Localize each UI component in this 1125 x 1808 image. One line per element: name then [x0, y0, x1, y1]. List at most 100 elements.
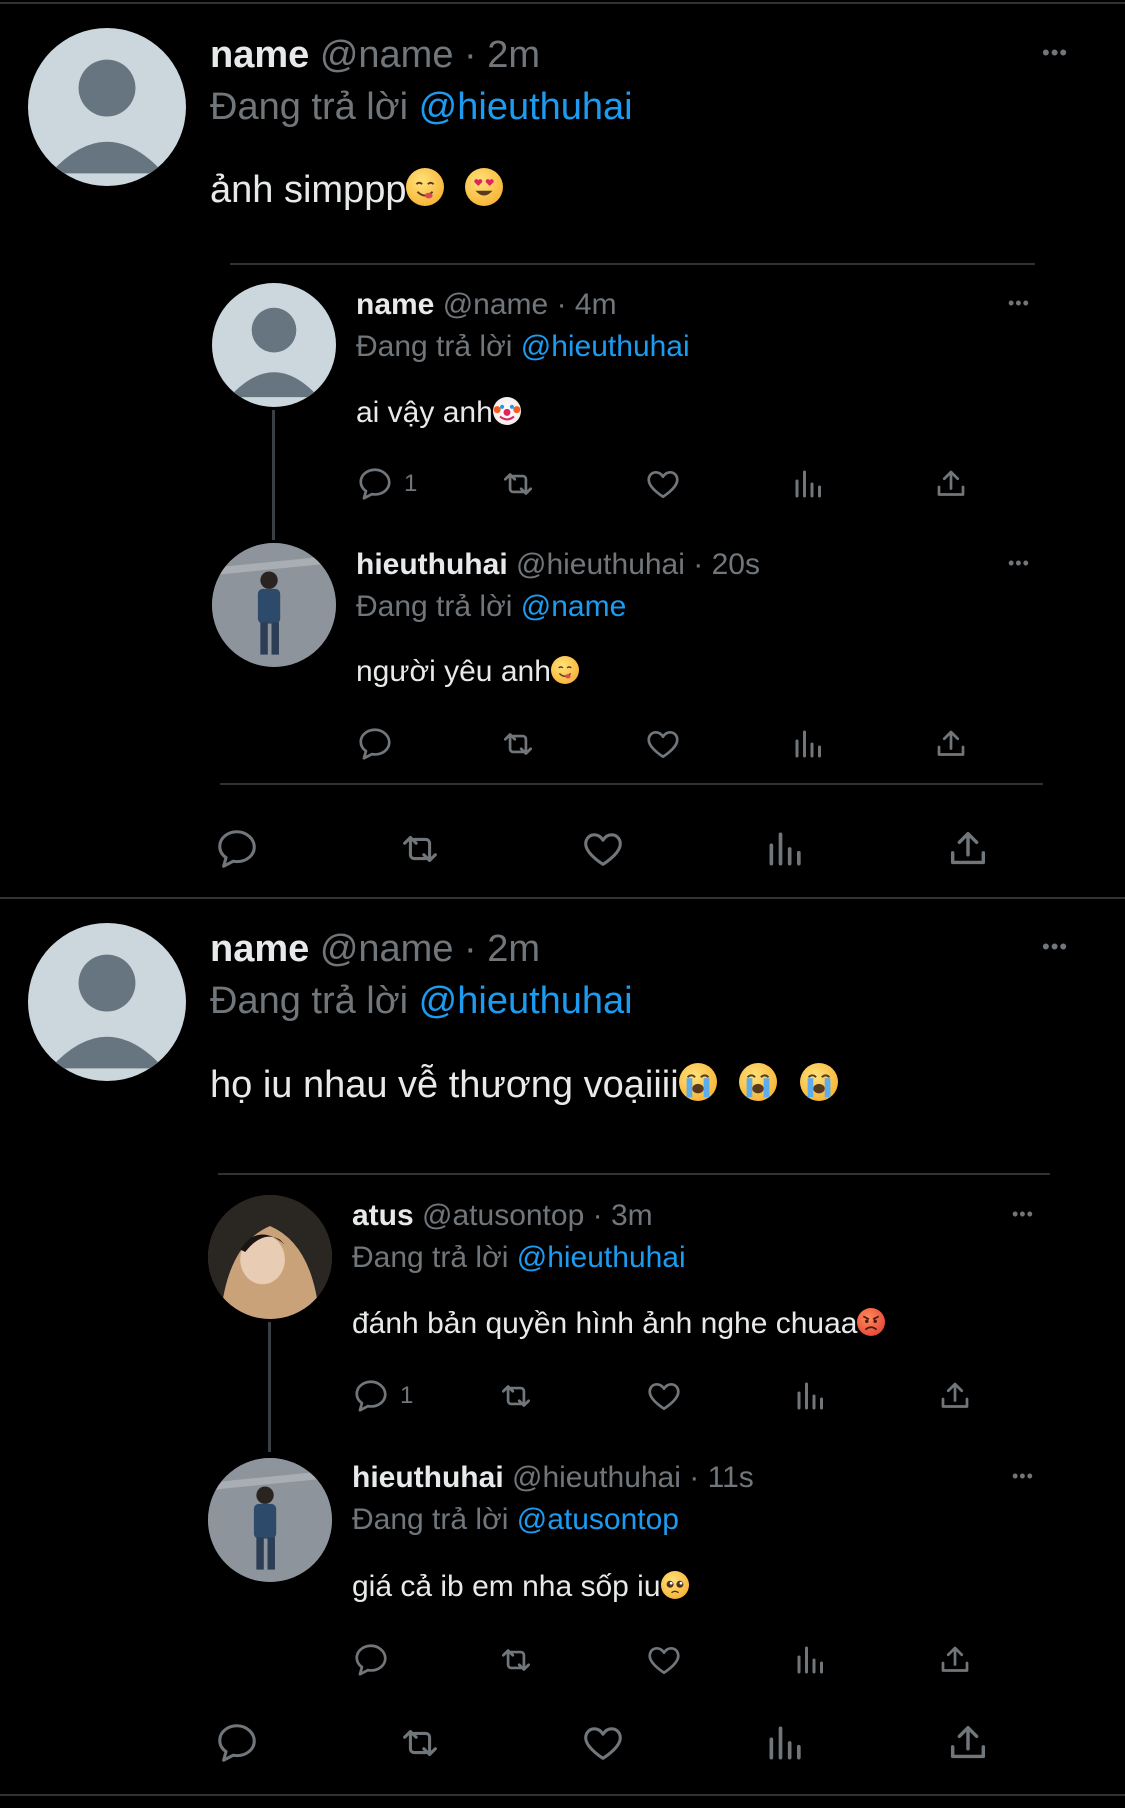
mention-link[interactable]: @hieuthuhai — [419, 86, 633, 128]
like-button[interactable] — [643, 725, 683, 763]
timestamp[interactable]: 11s — [708, 1461, 754, 1494]
mention-link[interactable]: @hieuthuhai — [517, 1241, 686, 1274]
dot-separator: · — [464, 34, 477, 76]
reply-prefix: Đang trả lời — [352, 1241, 509, 1274]
tweet-text-content: đánh bản quyền hình ảnh nghe chuaa — [352, 1307, 858, 1340]
tweet-text: ai vậy anh — [356, 396, 521, 430]
retweet-button[interactable] — [495, 1377, 537, 1415]
thread-divider — [218, 1173, 1050, 1175]
more-icon[interactable]: ••• — [1008, 553, 1030, 574]
reply-prefix: Đang trả lời — [356, 590, 513, 623]
views-button[interactable] — [764, 826, 808, 872]
reply-button[interactable] — [213, 1720, 261, 1766]
views-button[interactable] — [764, 1720, 808, 1766]
reply-prefix: Đang trả lời — [210, 980, 409, 1022]
handle[interactable]: @atusontop — [422, 1199, 584, 1232]
like-button[interactable] — [578, 826, 628, 872]
like-button[interactable] — [644, 1641, 684, 1679]
thread-divider — [230, 263, 1035, 265]
avatar[interactable] — [28, 28, 186, 186]
share-icon — [950, 1725, 986, 1759]
timestamp[interactable]: 3m — [611, 1199, 653, 1232]
more-icon[interactable]: ••• — [1008, 293, 1030, 314]
reply-icon — [218, 1724, 256, 1762]
reply-count: 1 — [404, 470, 418, 497]
mention-link[interactable]: @atusontop — [517, 1503, 679, 1536]
angry-emoji-icon — [857, 1308, 886, 1336]
views-icon — [795, 730, 821, 758]
retweet-button[interactable] — [497, 465, 539, 503]
handle[interactable]: @name — [443, 288, 549, 321]
share-button[interactable] — [933, 465, 969, 503]
more-icon[interactable]: ••• — [1012, 1466, 1034, 1487]
timestamp[interactable]: 20s — [712, 548, 760, 581]
views-button[interactable] — [791, 725, 827, 763]
like-button[interactable] — [578, 1720, 628, 1766]
mention-link[interactable]: @name — [521, 590, 627, 623]
avatar[interactable] — [208, 1458, 332, 1582]
mention-link[interactable]: @hieuthuhai — [521, 330, 690, 363]
like-button[interactable] — [643, 465, 683, 503]
share-button[interactable] — [945, 1720, 991, 1766]
reply-icon — [355, 1380, 387, 1412]
like-button[interactable] — [644, 1377, 684, 1415]
tweet-header: name @name · 2m — [210, 34, 540, 77]
views-button[interactable] — [793, 1377, 829, 1415]
thread-divider — [220, 783, 1043, 785]
display-name[interactable]: atus — [352, 1199, 414, 1232]
reply-prefix: Đang trả lời — [352, 1503, 509, 1536]
like-icon — [648, 1382, 680, 1411]
share-button[interactable] — [937, 1641, 973, 1679]
share-icon — [937, 470, 965, 496]
share-button[interactable] — [933, 725, 969, 763]
more-icon[interactable]: ••• — [1042, 40, 1068, 66]
share-button[interactable] — [945, 826, 991, 872]
share-icon — [941, 1646, 969, 1672]
dot-separator: · — [556, 288, 567, 321]
tweet-divider — [0, 897, 1125, 899]
share-button[interactable] — [937, 1377, 973, 1415]
more-icon[interactable]: ••• — [1012, 1204, 1034, 1225]
display-name[interactable]: name — [210, 34, 309, 76]
handle[interactable]: @hieuthuhai — [516, 548, 685, 581]
avatar[interactable] — [212, 543, 336, 667]
avatar[interactable] — [212, 283, 336, 407]
reply-button[interactable] — [213, 826, 261, 872]
views-icon — [797, 1646, 823, 1674]
handle[interactable]: @name — [320, 928, 454, 970]
crying-emoji-icon — [678, 1063, 717, 1101]
tweet-header: atus @atusontop · 3m — [352, 1199, 653, 1233]
retweet-button[interactable] — [495, 1641, 537, 1679]
views-icon — [795, 470, 821, 498]
retweet-icon — [503, 473, 533, 495]
display-name[interactable]: hieuthuhai — [356, 548, 508, 581]
bottom-divider — [0, 1794, 1125, 1796]
timestamp[interactable]: 4m — [575, 288, 617, 321]
display-name[interactable]: name — [210, 928, 309, 970]
tweet-text: giá cả ib em nha sốp iu — [352, 1570, 689, 1604]
views-button[interactable] — [793, 1641, 829, 1679]
handle[interactable]: @name — [320, 34, 454, 76]
views-button[interactable] — [791, 465, 827, 503]
retweet-icon — [503, 733, 533, 755]
timestamp[interactable]: 2m — [487, 928, 540, 970]
avatar[interactable] — [208, 1195, 332, 1319]
avatar[interactable] — [28, 923, 186, 1081]
display-name[interactable]: name — [356, 288, 434, 321]
reply-button[interactable]: 1 — [356, 465, 417, 503]
reply-button[interactable] — [356, 725, 404, 763]
reply-button[interactable]: 1 — [352, 1377, 413, 1415]
timestamp[interactable]: 2m — [487, 34, 540, 76]
display-name[interactable]: hieuthuhai — [352, 1461, 504, 1494]
more-icon[interactable]: ••• — [1042, 934, 1068, 960]
handle[interactable]: @hieuthuhai — [512, 1461, 681, 1494]
views-icon — [797, 1382, 823, 1410]
retweet-button[interactable] — [393, 826, 447, 872]
retweet-button[interactable] — [497, 725, 539, 763]
retweet-button[interactable] — [393, 1720, 447, 1766]
retweet-icon — [403, 1729, 437, 1757]
reply-button[interactable] — [352, 1641, 400, 1679]
reply-context: Đang trả lời @hieuthuhai — [210, 980, 633, 1023]
reply-prefix: Đang trả lời — [210, 86, 409, 128]
mention-link[interactable]: @hieuthuhai — [419, 980, 633, 1022]
